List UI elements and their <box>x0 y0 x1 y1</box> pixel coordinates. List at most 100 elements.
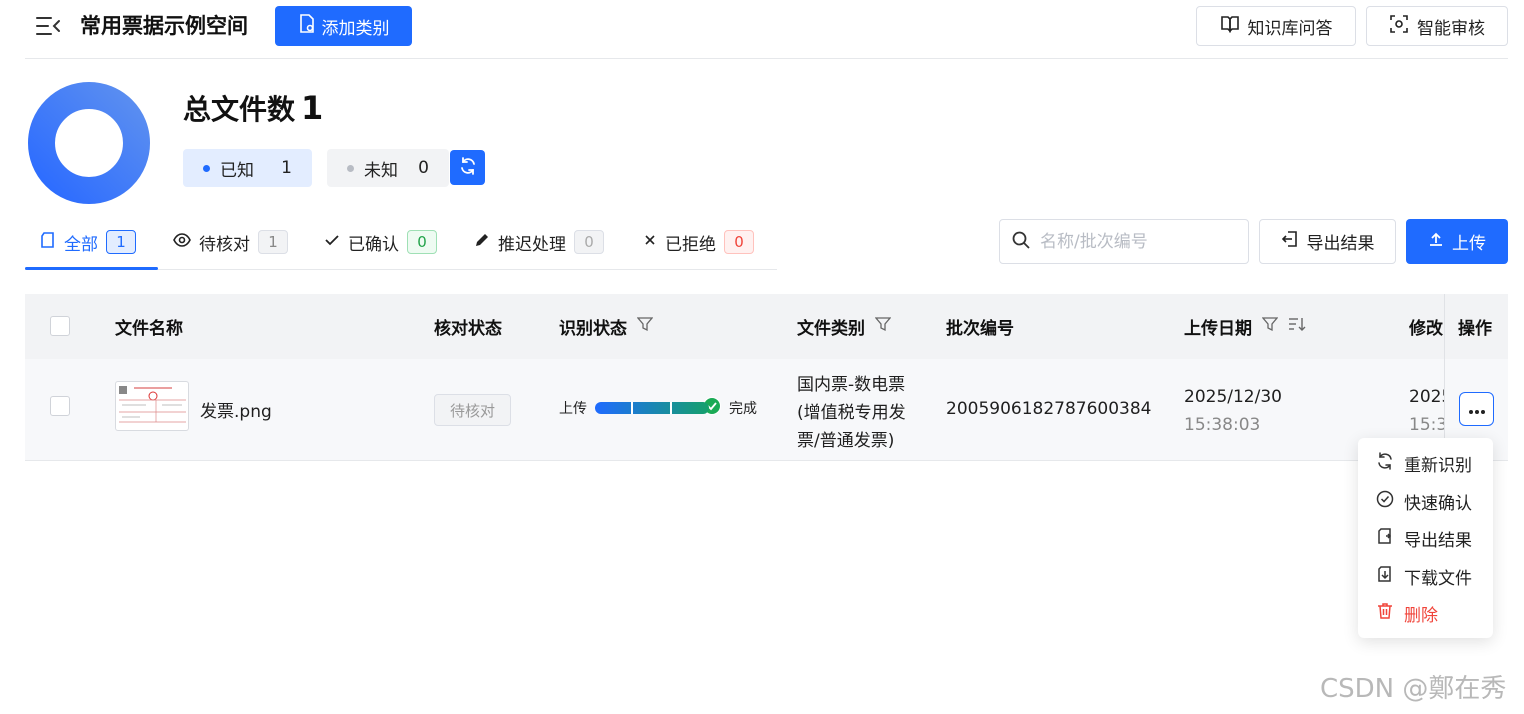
tab-label: 推迟处理 <box>498 234 566 255</box>
smart-review-button[interactable]: 智能审核 <box>1366 6 1508 46</box>
file-name[interactable]: 发票.png <box>200 397 272 422</box>
eye-icon <box>173 232 191 252</box>
col-verify-status: 核对状态 <box>434 294 502 359</box>
check-circle-icon <box>1376 490 1394 513</box>
smart-review-label: 智能审核 <box>1417 18 1485 39</box>
tab-pending[interactable]: 待核对 1 <box>173 224 288 260</box>
col-label: 文件名称 <box>115 319 183 339</box>
tab-all[interactable]: 全部 1 <box>40 224 136 260</box>
verify-status-tag: 待核对 <box>434 394 511 426</box>
export-results-button[interactable]: 导出结果 <box>1259 219 1396 264</box>
unknown-chip[interactable]: 未知 0 <box>327 149 449 187</box>
tab-count: 1 <box>258 230 288 254</box>
known-label: 已知 <box>220 160 254 181</box>
refresh-icon <box>1376 451 1394 475</box>
col-recognition-status: 识别状态 <box>559 294 654 359</box>
kb-qa-button[interactable]: 知识库问答 <box>1196 6 1356 46</box>
unknown-dot <box>347 164 354 172</box>
progress-segment-divider <box>631 402 633 414</box>
col-label: 文件类别 <box>797 319 865 339</box>
header-divider <box>25 58 1508 59</box>
row-more-button[interactable] <box>1459 392 1494 426</box>
menu-item-label: 重新识别 <box>1404 455 1472 476</box>
tab-postponed[interactable]: 推迟处理 0 <box>474 224 604 260</box>
add-category-label: 添加类别 <box>321 18 390 39</box>
file-donut-chart <box>28 82 150 204</box>
menu-item-download[interactable]: 下载文件 <box>1376 563 1472 589</box>
total-files: 总文件数 1 <box>183 90 323 128</box>
progress-end-label: 完成 <box>729 401 757 417</box>
more-icon <box>1468 400 1486 419</box>
watermark: CSDN @鄭在秀 <box>1320 674 1507 704</box>
recognition-progress: 上传 完成 <box>559 397 757 419</box>
col-upload-date: 上传日期 <box>1184 294 1306 359</box>
upload-icon <box>1428 231 1444 252</box>
search-input[interactable] <box>1040 231 1230 252</box>
row-action-menu: 重新识别 快速确认 导出结果 下载文件 删除 <box>1358 438 1493 638</box>
col-batch-no: 批次编号 <box>946 294 1014 359</box>
search-icon <box>1012 231 1030 253</box>
upload-date: 2025/12/30 <box>1184 387 1282 407</box>
progress-start-label: 上传 <box>559 401 587 417</box>
trash-icon <box>1376 602 1394 625</box>
export-icon <box>1281 230 1299 253</box>
batch-number: 2005906182787600384 <box>946 399 1152 419</box>
menu-toggle-icon[interactable] <box>34 12 62 40</box>
total-files-value: 1 <box>301 89 324 127</box>
filter-icon[interactable] <box>1261 316 1279 337</box>
progress-fill <box>595 402 709 414</box>
actions-column-divider <box>1444 294 1445 462</box>
kb-qa-label: 知识库问答 <box>1247 18 1333 39</box>
known-chip[interactable]: 已知 1 <box>183 149 312 187</box>
select-all-checkbox[interactable] <box>50 316 70 336</box>
upload-datetime: 2025/12/30 15:38:03 <box>1184 383 1282 439</box>
col-label: 核对状态 <box>434 319 502 339</box>
row-checkbox[interactable] <box>50 396 70 416</box>
tab-label: 已拒绝 <box>665 234 716 255</box>
tab-count: 0 <box>407 230 437 254</box>
sort-icon[interactable] <box>1288 316 1306 337</box>
filter-icon[interactable] <box>636 316 654 337</box>
menu-item-label: 删除 <box>1404 605 1438 626</box>
col-label: 识别状态 <box>559 319 627 339</box>
add-category-button[interactable]: 添加类别 <box>275 6 412 46</box>
file-icon <box>40 231 56 254</box>
menu-item-label: 下载文件 <box>1404 568 1472 589</box>
check-icon <box>324 232 340 252</box>
tab-label: 待核对 <box>199 234 250 255</box>
refresh-icon <box>459 156 477 179</box>
menu-item-delete[interactable]: 删除 <box>1376 600 1438 626</box>
tab-count: 0 <box>574 230 604 254</box>
col-file-name: 文件名称 <box>115 294 183 359</box>
col-label: 批次编号 <box>946 319 1014 339</box>
refresh-button[interactable] <box>450 150 485 185</box>
col-actions: 操作 <box>1458 294 1492 359</box>
book-icon <box>1220 14 1240 39</box>
table-row[interactable]: 发票.png 待核对 上传 完成 国内票-数电票 (增值税专用发 票/普通发票)… <box>25 359 1508 461</box>
download-icon <box>1376 565 1394 588</box>
col-file-category: 文件类别 <box>797 294 892 359</box>
modified-time: 15:3 <box>1409 415 1444 435</box>
table-header: 文件名称 核对状态 识别状态 文件类别 批次编号 上传日期 修改 操作 <box>25 294 1508 359</box>
upload-button[interactable]: 上传 <box>1406 219 1508 264</box>
modified-date: 2025 <box>1409 387 1444 407</box>
scan-icon <box>1389 14 1409 39</box>
filter-icon[interactable] <box>874 316 892 337</box>
donut-known-segment <box>28 82 150 204</box>
upload-time: 15:38:03 <box>1184 415 1261 435</box>
unknown-label: 未知 <box>364 160 398 181</box>
tab-count: 1 <box>106 230 136 254</box>
upload-label: 上传 <box>1452 234 1486 254</box>
tab-rejected[interactable]: 已拒绝 0 <box>643 224 754 260</box>
progress-segment-divider <box>670 402 672 414</box>
menu-item-export[interactable]: 导出结果 <box>1376 525 1472 551</box>
col-label: 操作 <box>1458 319 1492 339</box>
search-box[interactable] <box>999 219 1249 264</box>
menu-item-quick-confirm[interactable]: 快速确认 <box>1376 488 1472 514</box>
tab-confirmed[interactable]: 已确认 0 <box>324 224 437 260</box>
menu-item-re-recognize[interactable]: 重新识别 <box>1376 450 1472 476</box>
menu-item-label: 快速确认 <box>1404 493 1472 514</box>
file-thumbnail[interactable] <box>115 381 189 431</box>
unknown-count: 0 <box>418 158 429 178</box>
category-line: (增值税专用发 <box>797 403 906 423</box>
